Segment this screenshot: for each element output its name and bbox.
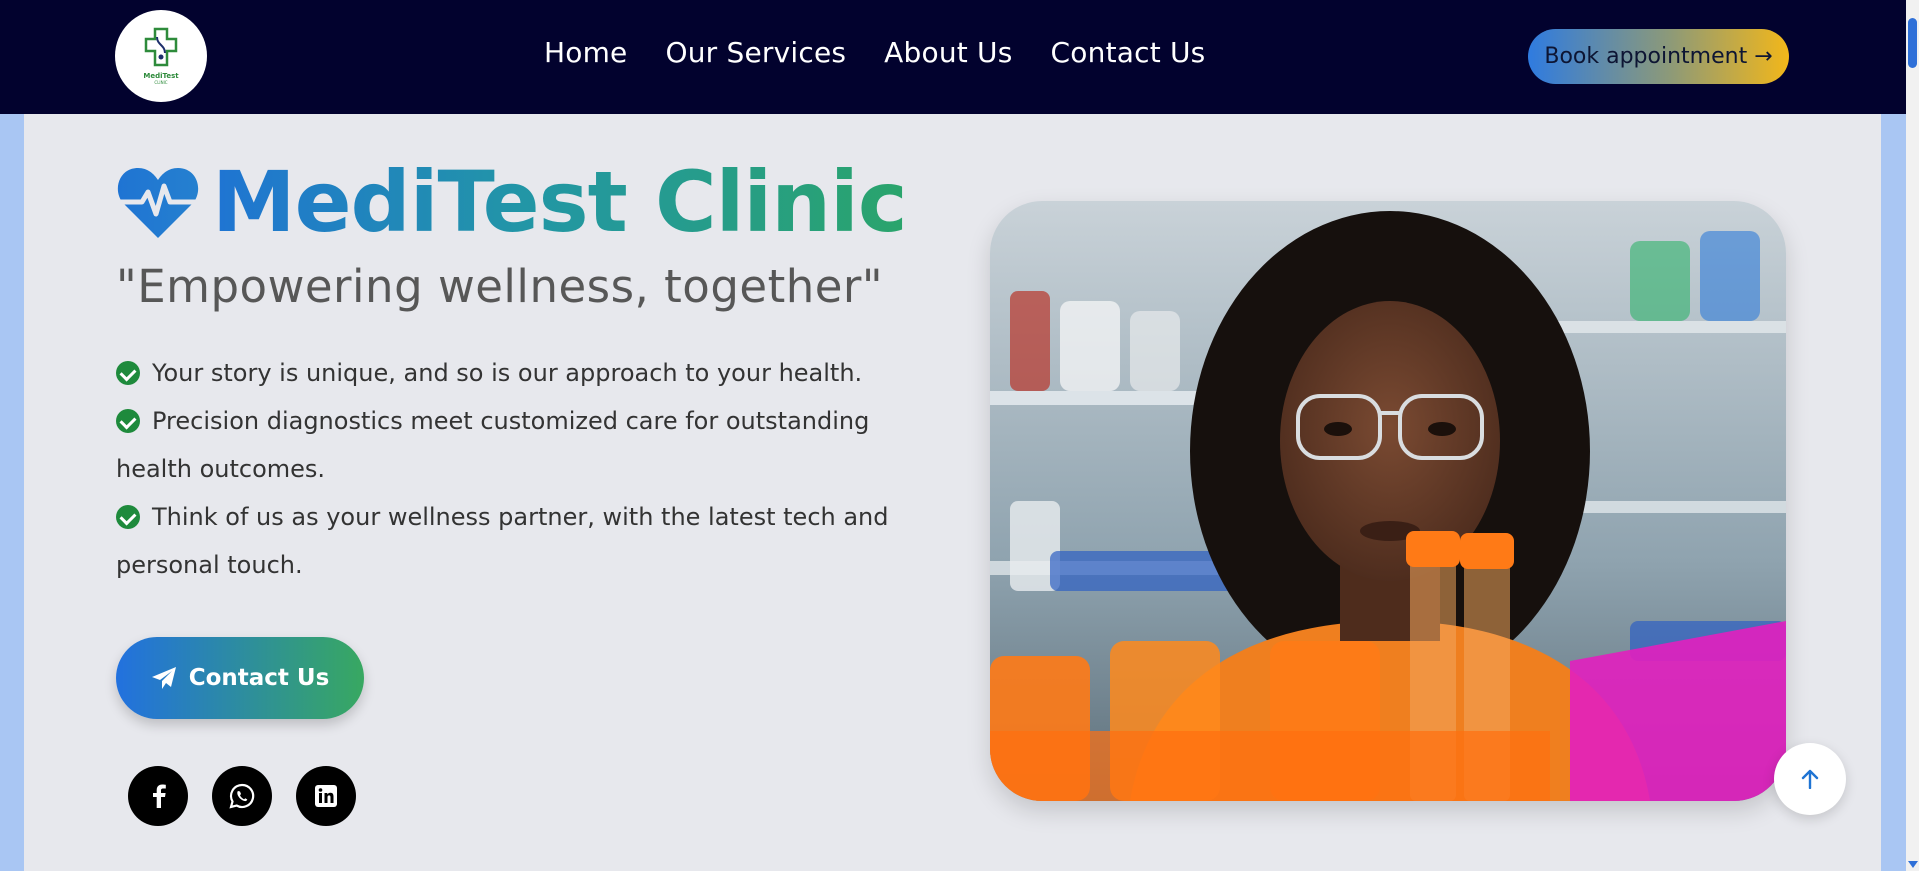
check-circle-icon bbox=[116, 361, 140, 385]
whatsapp-link[interactable] bbox=[212, 766, 272, 826]
lab-photo-illustration bbox=[990, 201, 1786, 801]
lab-technician-photo bbox=[990, 201, 1786, 801]
nav-contact-us[interactable]: Contact Us bbox=[1051, 36, 1206, 69]
contact-us-button[interactable]: Contact Us bbox=[116, 637, 364, 719]
feature-item: Precision diagnostics meet customized ca… bbox=[116, 397, 916, 493]
feature-item: Your story is unique, and so is our appr… bbox=[116, 349, 916, 397]
hero-tagline: "Empowering wellness, together" bbox=[116, 260, 884, 313]
hero-section: MediTest Clinic "Empowering wellness, to… bbox=[24, 114, 1881, 871]
feature-text: Your story is unique, and so is our appr… bbox=[152, 359, 863, 387]
facebook-icon bbox=[153, 784, 166, 808]
linkedin-icon bbox=[315, 785, 337, 807]
scrollbar-thumb[interactable] bbox=[1908, 18, 1917, 68]
contact-us-label: Contact Us bbox=[188, 665, 330, 691]
logo-name: MediTest bbox=[143, 72, 179, 80]
scroll-down-arrow-icon[interactable] bbox=[1908, 861, 1918, 868]
nav-about-us[interactable]: About Us bbox=[884, 36, 1012, 69]
main-nav: Home Our Services About Us Contact Us bbox=[544, 36, 1205, 69]
medical-cross-icon bbox=[144, 27, 178, 67]
logo-sub: CLINIC bbox=[154, 80, 168, 85]
nav-our-services[interactable]: Our Services bbox=[666, 36, 847, 69]
linkedin-link[interactable] bbox=[296, 766, 356, 826]
nav-home[interactable]: Home bbox=[544, 36, 628, 69]
feature-item: Think of us as your wellness partner, wi… bbox=[116, 493, 916, 589]
arrow-up-icon bbox=[1801, 769, 1819, 789]
scroll-to-top-button[interactable] bbox=[1774, 743, 1846, 815]
paper-plane-icon bbox=[151, 667, 176, 689]
navbar: MediTest CLINIC Home Our Services About … bbox=[0, 0, 1906, 114]
feature-text: Think of us as your wellness partner, wi… bbox=[116, 503, 889, 579]
feature-list: Your story is unique, and so is our appr… bbox=[116, 349, 916, 589]
hero-title: MediTest Clinic bbox=[212, 153, 908, 251]
heartbeat-icon bbox=[117, 168, 199, 238]
social-links bbox=[128, 766, 356, 826]
book-appointment-button[interactable]: Book appointment → bbox=[1528, 29, 1789, 84]
page-scrollbar[interactable] bbox=[1906, 0, 1919, 871]
check-circle-icon bbox=[116, 409, 140, 433]
check-circle-icon bbox=[116, 505, 140, 529]
whatsapp-icon bbox=[229, 783, 255, 809]
hero-title-row: MediTest Clinic bbox=[116, 153, 908, 251]
feature-text: Precision diagnostics meet customized ca… bbox=[116, 407, 870, 483]
facebook-link[interactable] bbox=[128, 766, 188, 826]
clinic-logo[interactable]: MediTest CLINIC bbox=[115, 10, 207, 102]
